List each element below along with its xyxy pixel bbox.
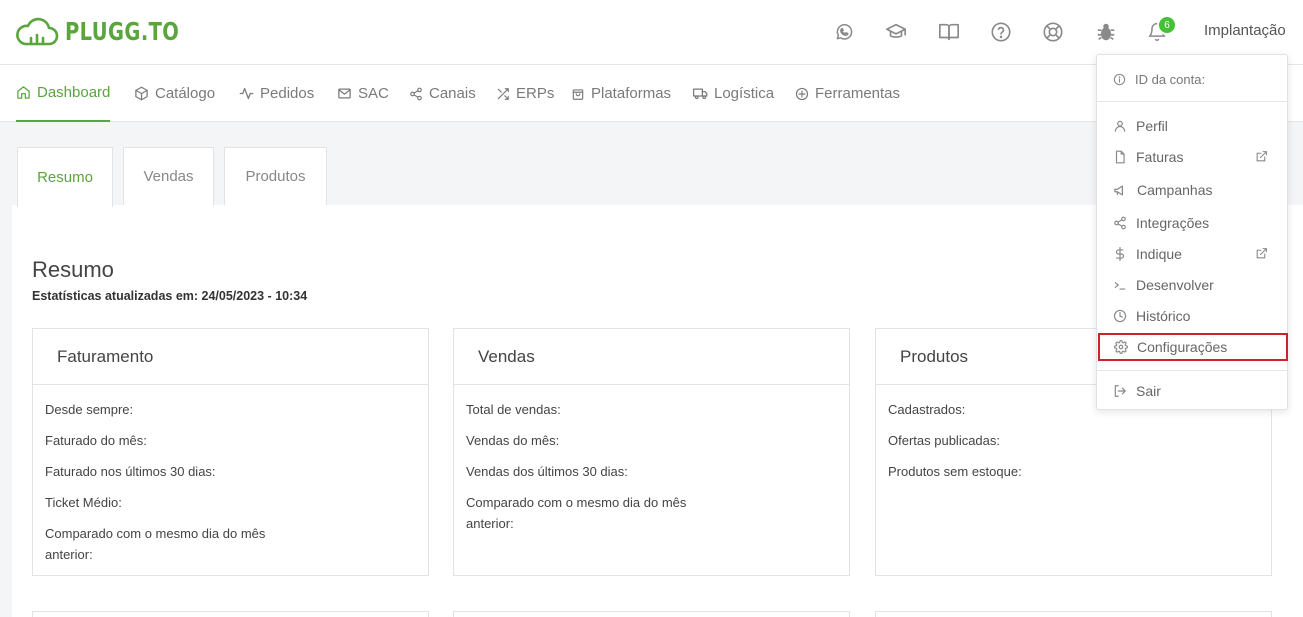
tab-resumo[interactable]: Resumo (17, 147, 113, 207)
stat-label: Comparado com o mesmo dia do mês anterio… (45, 526, 266, 562)
help-icon[interactable] (990, 21, 1012, 43)
support-lifebuoy-icon[interactable] (1042, 21, 1064, 43)
mail-icon (338, 88, 351, 99)
card-title: Vendas (454, 329, 849, 385)
nav-item-erps[interactable]: ERPs (496, 65, 554, 122)
logo[interactable]: PLUGG.TO (15, 14, 212, 48)
tab-vendas[interactable]: Vendas (123, 147, 214, 205)
card-title: Faturamento (33, 329, 428, 385)
stat-label: Produtos sem estoque: (888, 464, 1022, 479)
account-id: ID da conta: (1097, 65, 1287, 93)
divider (1097, 370, 1287, 371)
menu-item-perfil[interactable]: Perfil (1097, 112, 1287, 140)
nav-item-plataformas[interactable]: Plataformas (571, 65, 671, 122)
notification-badge: 6 (1157, 15, 1177, 35)
external-link-icon (1256, 248, 1267, 259)
menu-item-sair[interactable]: Sair (1097, 377, 1287, 405)
info-icon (1113, 73, 1126, 85)
megaphone-icon (1114, 185, 1123, 195)
user-icon (1114, 120, 1126, 132)
menu-item-indique[interactable]: Indique (1097, 240, 1287, 268)
stat-label: Ofertas publicadas: (888, 433, 1001, 448)
stats-updated-text: Estatísticas atualizadas em: 24/05/2023 … (32, 289, 308, 303)
share-icon (410, 87, 422, 100)
stat-label: Vendas dos últimos 30 dias: (466, 464, 628, 479)
stat-label: Vendas do mês: (466, 433, 560, 448)
logo-text: PLUGG.TO (65, 16, 180, 46)
shopping-bag-icon (572, 88, 584, 100)
external-link-icon (1256, 151, 1267, 162)
menu-item-integracoes[interactable]: Integrações (1097, 209, 1287, 237)
cloud-logo-icon (15, 14, 59, 48)
user-dropdown-menu: ID da conta: Perfil Faturas Campanhas In… (1096, 54, 1288, 410)
nav-item-catalogo[interactable]: Catálogo (134, 65, 215, 122)
nav-item-dashboard[interactable]: Dashboard (16, 65, 111, 122)
card-next-row (875, 611, 1272, 617)
truck-icon (693, 88, 708, 100)
divider (1097, 101, 1287, 102)
stat-label: Faturado do mês: (45, 433, 147, 448)
menu-item-historico[interactable]: Histórico (1097, 302, 1287, 330)
gear-icon (1114, 340, 1128, 354)
box-icon (135, 86, 148, 101)
stat-label: Ticket Médio: (45, 495, 122, 510)
bug-icon[interactable] (1095, 21, 1117, 43)
logout-icon (1114, 385, 1126, 397)
card-next-row (453, 611, 850, 617)
menu-item-configuracoes[interactable]: Configurações (1098, 333, 1288, 361)
menu-item-faturas[interactable]: Faturas (1097, 143, 1287, 171)
graduation-cap-icon[interactable] (885, 21, 907, 43)
stat-label: Desde sempre: (45, 402, 134, 417)
menu-item-desenvolver[interactable]: Desenvolver (1097, 271, 1287, 299)
stat-label: Faturado nos últimos 30 dias: (45, 464, 216, 479)
terminal-icon (1114, 282, 1126, 290)
nav-item-pedidos[interactable]: Pedidos (239, 65, 314, 122)
shuffle-icon (497, 87, 509, 100)
share-icon (1114, 216, 1126, 230)
page-title: Resumo (32, 257, 114, 282)
home-icon (17, 86, 30, 99)
card-next-row (32, 611, 429, 617)
whatsapp-icon[interactable] (833, 21, 855, 43)
stat-label: Cadastrados: (888, 402, 966, 417)
card-vendas: Vendas Total de vendas: Vendas do mês: V… (453, 328, 850, 576)
nav-item-logistica[interactable]: Logística (693, 65, 774, 122)
stat-label: Total de vendas: (466, 402, 561, 417)
clock-icon (1113, 309, 1127, 323)
file-icon (1115, 150, 1125, 164)
book-icon[interactable] (938, 21, 960, 43)
nav-item-canais[interactable]: Canais (409, 65, 476, 122)
nav-item-sac[interactable]: SAC (337, 65, 389, 122)
card-faturamento: Faturamento Desde sempre: Faturado do mê… (32, 328, 429, 576)
stat-label: Comparado com o mesmo dia do mês anterio… (466, 495, 687, 531)
user-menu-button[interactable]: Implantação (1204, 22, 1286, 39)
menu-item-campanhas[interactable]: Campanhas (1097, 176, 1287, 204)
plus-circle-icon (795, 87, 809, 100)
activity-icon (239, 87, 254, 100)
dollar-icon (1115, 247, 1125, 261)
tab-produtos[interactable]: Produtos (224, 147, 327, 205)
nav-item-ferramentas[interactable]: Ferramentas (795, 65, 900, 122)
